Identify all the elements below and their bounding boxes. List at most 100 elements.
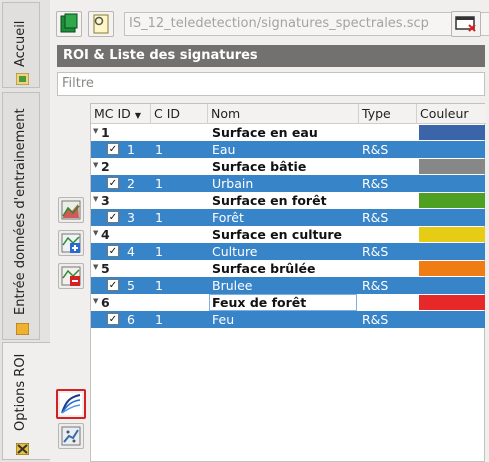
signature-file-path-field[interactable]: IS_12_teledetection/signatures_spectrale… — [124, 12, 489, 36]
scatter-plot-icon — [61, 426, 81, 446]
open-file-button[interactable] — [88, 11, 114, 37]
column-header-type[interactable]: Type — [359, 104, 417, 124]
collapse-arrow-icon[interactable]: ▼ — [93, 297, 98, 305]
type-cell: R&S — [362, 142, 389, 157]
mc-id-cell: 5 — [127, 278, 135, 293]
tab-options-roi-label: Options ROI — [13, 353, 28, 431]
macroclass-row[interactable]: ▼ 6 Feux de forêt — [91, 294, 485, 311]
mc-id-cell: 3 — [127, 210, 135, 225]
mc-id-cell: 5 — [101, 261, 110, 276]
class-row[interactable]: ✓ 4 1 Culture R&S — [91, 243, 485, 260]
signature-curves-icon — [60, 393, 82, 415]
mc-id-cell: 1 — [101, 125, 110, 140]
visibility-checkbox[interactable]: ✓ — [107, 245, 119, 257]
tab-entree-donnees-label: Entrée données d'entrainement — [13, 108, 28, 315]
mc-id-cell: 3 — [101, 193, 110, 208]
name-cell[interactable]: Feu — [212, 311, 234, 328]
class-row[interactable]: ✓ 3 1 Forêt R&S — [91, 209, 485, 226]
type-cell: R&S — [362, 278, 389, 293]
mc-id-cell: 4 — [127, 244, 135, 259]
close-file-icon — [455, 16, 476, 32]
name-cell[interactable]: Forêt — [212, 209, 244, 226]
training-input-tab-icon — [15, 322, 30, 336]
vertical-tab-bar: Accueil Entrée données d'entrainement Op… — [0, 0, 50, 462]
name-cell[interactable]: Surface bâtie — [212, 158, 306, 175]
spectral-signature-plot-button[interactable] — [56, 389, 86, 419]
type-cell: R&S — [362, 244, 389, 259]
macroclass-row[interactable]: ▼ 1 Surface en eau — [91, 124, 485, 141]
mc-id-cell: 2 — [101, 159, 110, 174]
class-row[interactable]: ✓ 2 1 Urbain R&S — [91, 175, 485, 192]
color-swatch[interactable] — [419, 227, 485, 242]
toolbar: IS_12_teledetection/signatures_spectrale… — [56, 8, 489, 40]
color-swatch[interactable] — [419, 159, 485, 174]
name-cell[interactable]: Feux de forêt — [212, 294, 306, 311]
collapse-arrow-icon[interactable]: ▼ — [93, 127, 98, 135]
macroclass-row[interactable]: ▼ 3 Surface en forêt — [91, 192, 485, 209]
macroclass-row[interactable]: ▼ 2 Surface bâtie — [91, 158, 485, 175]
signature-table: MC ID ▼ C ID Nom Type Couleur ▼ 1 Surface e… — [90, 103, 486, 462]
column-header-nom[interactable]: Nom — [208, 104, 359, 124]
filter-input[interactable]: Filtre — [57, 72, 485, 96]
visibility-checkbox[interactable]: ✓ — [107, 143, 119, 155]
name-cell[interactable]: Urbain — [212, 175, 253, 192]
visibility-checkbox[interactable]: ✓ — [107, 211, 119, 223]
macroclass-row[interactable]: ▼ 4 Surface en culture — [91, 226, 485, 243]
tab-options-roi[interactable]: Options ROI — [2, 342, 50, 460]
color-swatch[interactable] — [419, 125, 485, 140]
tab-entree-donnees[interactable]: Entrée données d'entrainement — [2, 92, 40, 340]
name-cell[interactable]: Culture — [212, 243, 258, 260]
table-header: MC ID ▼ C ID Nom Type Couleur — [91, 104, 486, 124]
close-file-button[interactable] — [451, 11, 481, 37]
column-header-couleur[interactable]: Couleur — [417, 104, 486, 124]
name-cell[interactable]: Surface en culture — [212, 226, 342, 243]
home-tab-icon — [15, 72, 30, 86]
collapse-arrow-icon[interactable]: ▼ — [93, 161, 98, 169]
color-swatch[interactable] — [419, 193, 485, 208]
c-id-cell: 1 — [155, 210, 163, 225]
c-id-cell: 1 — [155, 142, 163, 157]
column-header-c-id[interactable]: C ID — [151, 104, 208, 124]
tab-accueil-label: Accueil — [13, 20, 28, 67]
color-swatch[interactable] — [419, 261, 485, 276]
mc-id-cell: 6 — [127, 312, 135, 327]
type-cell: R&S — [362, 176, 389, 191]
mc-id-cell: 1 — [127, 142, 135, 157]
remove-signature-icon — [61, 266, 81, 286]
column-header-mc-id[interactable]: MC ID ▼ — [91, 104, 151, 124]
class-row[interactable]: ✓ 6 1 Feu R&S — [91, 311, 485, 328]
visibility-checkbox[interactable]: ✓ — [107, 177, 119, 189]
name-cell[interactable]: Eau — [212, 141, 235, 158]
macroclass-row[interactable]: ▼ 5 Surface brûlée — [91, 260, 485, 277]
collapse-arrow-icon[interactable]: ▼ — [93, 263, 98, 271]
c-id-cell: 1 — [155, 312, 163, 327]
collapse-arrow-icon[interactable]: ▼ — [93, 229, 98, 237]
class-row[interactable]: ✓ 5 1 Brulee R&S — [91, 277, 485, 294]
color-swatch[interactable] — [419, 295, 485, 310]
show-plot-button[interactable] — [58, 197, 84, 223]
name-cell[interactable]: Surface en forêt — [212, 192, 327, 209]
c-id-cell: 1 — [155, 176, 163, 191]
add-signature-icon — [61, 233, 81, 253]
visibility-checkbox[interactable]: ✓ — [107, 279, 119, 291]
add-signature-button[interactable] — [58, 230, 84, 256]
visibility-checkbox[interactable]: ✓ — [107, 313, 119, 325]
scatter-plot-button[interactable] — [58, 423, 84, 449]
remove-signature-button[interactable] — [58, 263, 84, 289]
name-cell[interactable]: Surface en eau — [212, 124, 318, 141]
c-id-cell: 1 — [155, 278, 163, 293]
type-cell: R&S — [362, 312, 389, 327]
section-title: ROI & Liste des signatures — [57, 45, 485, 67]
tab-accueil[interactable]: Accueil — [2, 2, 40, 88]
class-row[interactable]: ✓ 1 1 Eau R&S — [91, 141, 485, 158]
new-file-button[interactable] — [56, 11, 82, 37]
roi-options-tab-icon — [15, 442, 30, 456]
mc-id-cell: 6 — [101, 295, 110, 310]
open-file-icon — [93, 14, 109, 34]
collapse-arrow-icon[interactable]: ▼ — [93, 195, 98, 203]
name-cell[interactable]: Brulee — [212, 277, 253, 294]
spectral-plot-icon — [61, 200, 81, 220]
c-id-cell: 1 — [155, 244, 163, 259]
green-file-icon — [60, 13, 78, 33]
name-cell[interactable]: Surface brûlée — [212, 260, 315, 277]
